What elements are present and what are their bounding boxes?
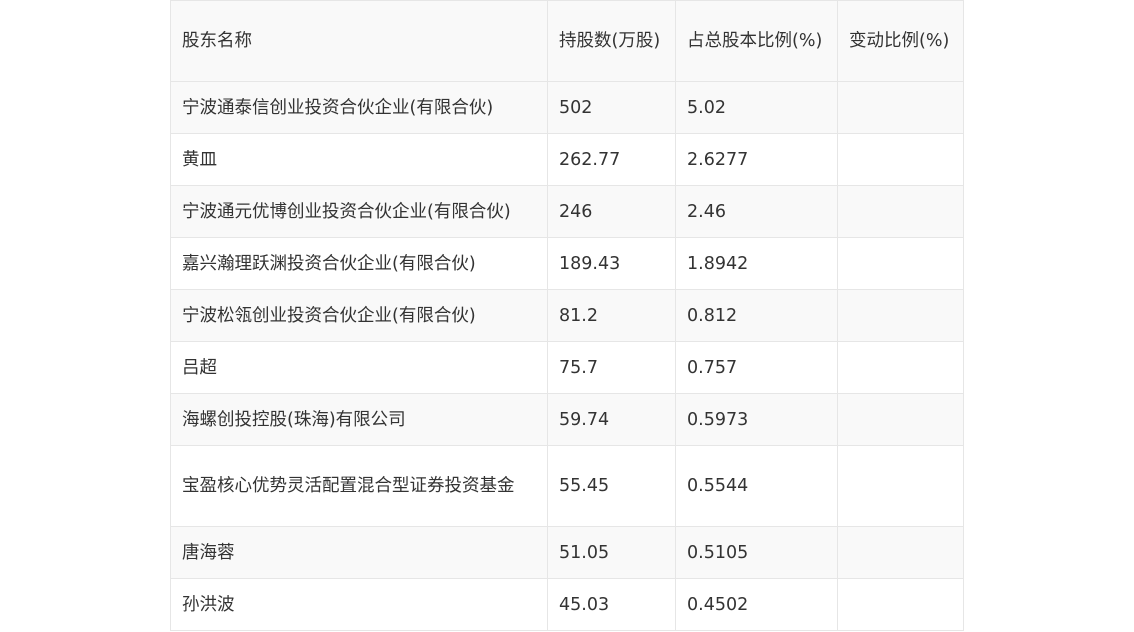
- table-row: 孙洪波 45.03 0.4502: [170, 578, 964, 631]
- table-row: 海螺创投控股(珠海)有限公司 59.74 0.5973: [170, 393, 964, 446]
- table-row: 宝盈核心优势灵活配置混合型证券投资基金 55.45 0.5544: [170, 445, 964, 527]
- cell-shares: 55.45: [547, 445, 676, 527]
- cell-shares: 189.43: [547, 237, 676, 290]
- table-row: 嘉兴瀚理跃渊投资合伙企业(有限合伙) 189.43 1.8942: [170, 237, 964, 290]
- cell-change: [837, 133, 964, 186]
- cell-name: 吕超: [170, 341, 548, 394]
- table-row: 唐海蓉 51.05 0.5105: [170, 526, 964, 579]
- cell-shares: 75.7: [547, 341, 676, 394]
- table-row: 宁波通元优博创业投资合伙企业(有限合伙) 246 2.46: [170, 185, 964, 238]
- table-row: 宁波松瓴创业投资合伙企业(有限合伙) 81.2 0.812: [170, 289, 964, 342]
- table-row: 吕超 75.7 0.757: [170, 341, 964, 394]
- cell-ratio: 2.46: [675, 185, 838, 238]
- cell-name: 宁波通元优博创业投资合伙企业(有限合伙): [170, 185, 548, 238]
- cell-change: [837, 237, 964, 290]
- cell-change: [837, 393, 964, 446]
- cell-name: 嘉兴瀚理跃渊投资合伙企业(有限合伙): [170, 237, 548, 290]
- cell-ratio: 0.5973: [675, 393, 838, 446]
- cell-name: 海螺创投控股(珠海)有限公司: [170, 393, 548, 446]
- cell-ratio: 0.5105: [675, 526, 838, 579]
- cell-shares: 262.77: [547, 133, 676, 186]
- cell-name: 黄皿: [170, 133, 548, 186]
- header-share-ratio: 占总股本比例(%): [675, 0, 838, 82]
- cell-ratio: 0.812: [675, 289, 838, 342]
- cell-shares: 246: [547, 185, 676, 238]
- cell-ratio: 0.5544: [675, 445, 838, 527]
- cell-change: [837, 289, 964, 342]
- cell-ratio: 1.8942: [675, 237, 838, 290]
- cell-ratio: 5.02: [675, 81, 838, 134]
- header-change-ratio: 变动比例(%): [837, 0, 964, 82]
- header-shares-held: 持股数(万股): [547, 0, 676, 82]
- cell-name: 宝盈核心优势灵活配置混合型证券投资基金: [170, 445, 548, 527]
- cell-change: [837, 185, 964, 238]
- header-shareholder-name: 股东名称: [170, 0, 548, 82]
- cell-shares: 59.74: [547, 393, 676, 446]
- cell-ratio: 2.6277: [675, 133, 838, 186]
- cell-ratio: 0.757: [675, 341, 838, 394]
- cell-ratio: 0.4502: [675, 578, 838, 631]
- cell-change: [837, 341, 964, 394]
- cell-shares: 45.03: [547, 578, 676, 631]
- cell-change: [837, 81, 964, 134]
- cell-shares: 81.2: [547, 289, 676, 342]
- cell-name: 唐海蓉: [170, 526, 548, 579]
- cell-shares: 51.05: [547, 526, 676, 579]
- cell-change: [837, 526, 964, 579]
- table-header-row: 股东名称 持股数(万股) 占总股本比例(%) 变动比例(%): [170, 0, 964, 82]
- cell-name: 宁波通泰信创业投资合伙企业(有限合伙): [170, 81, 548, 134]
- table-row: 黄皿 262.77 2.6277: [170, 133, 964, 186]
- cell-shares: 502: [547, 81, 676, 134]
- cell-change: [837, 578, 964, 631]
- shareholder-table-container: 股东名称 持股数(万股) 占总股本比例(%) 变动比例(%) 宁波通泰信创业投资…: [170, 0, 964, 631]
- cell-name: 宁波松瓴创业投资合伙企业(有限合伙): [170, 289, 548, 342]
- shareholder-table: 股东名称 持股数(万股) 占总股本比例(%) 变动比例(%) 宁波通泰信创业投资…: [170, 0, 964, 631]
- cell-change: [837, 445, 964, 527]
- cell-name: 孙洪波: [170, 578, 548, 631]
- table-row: 宁波通泰信创业投资合伙企业(有限合伙) 502 5.02: [170, 81, 964, 134]
